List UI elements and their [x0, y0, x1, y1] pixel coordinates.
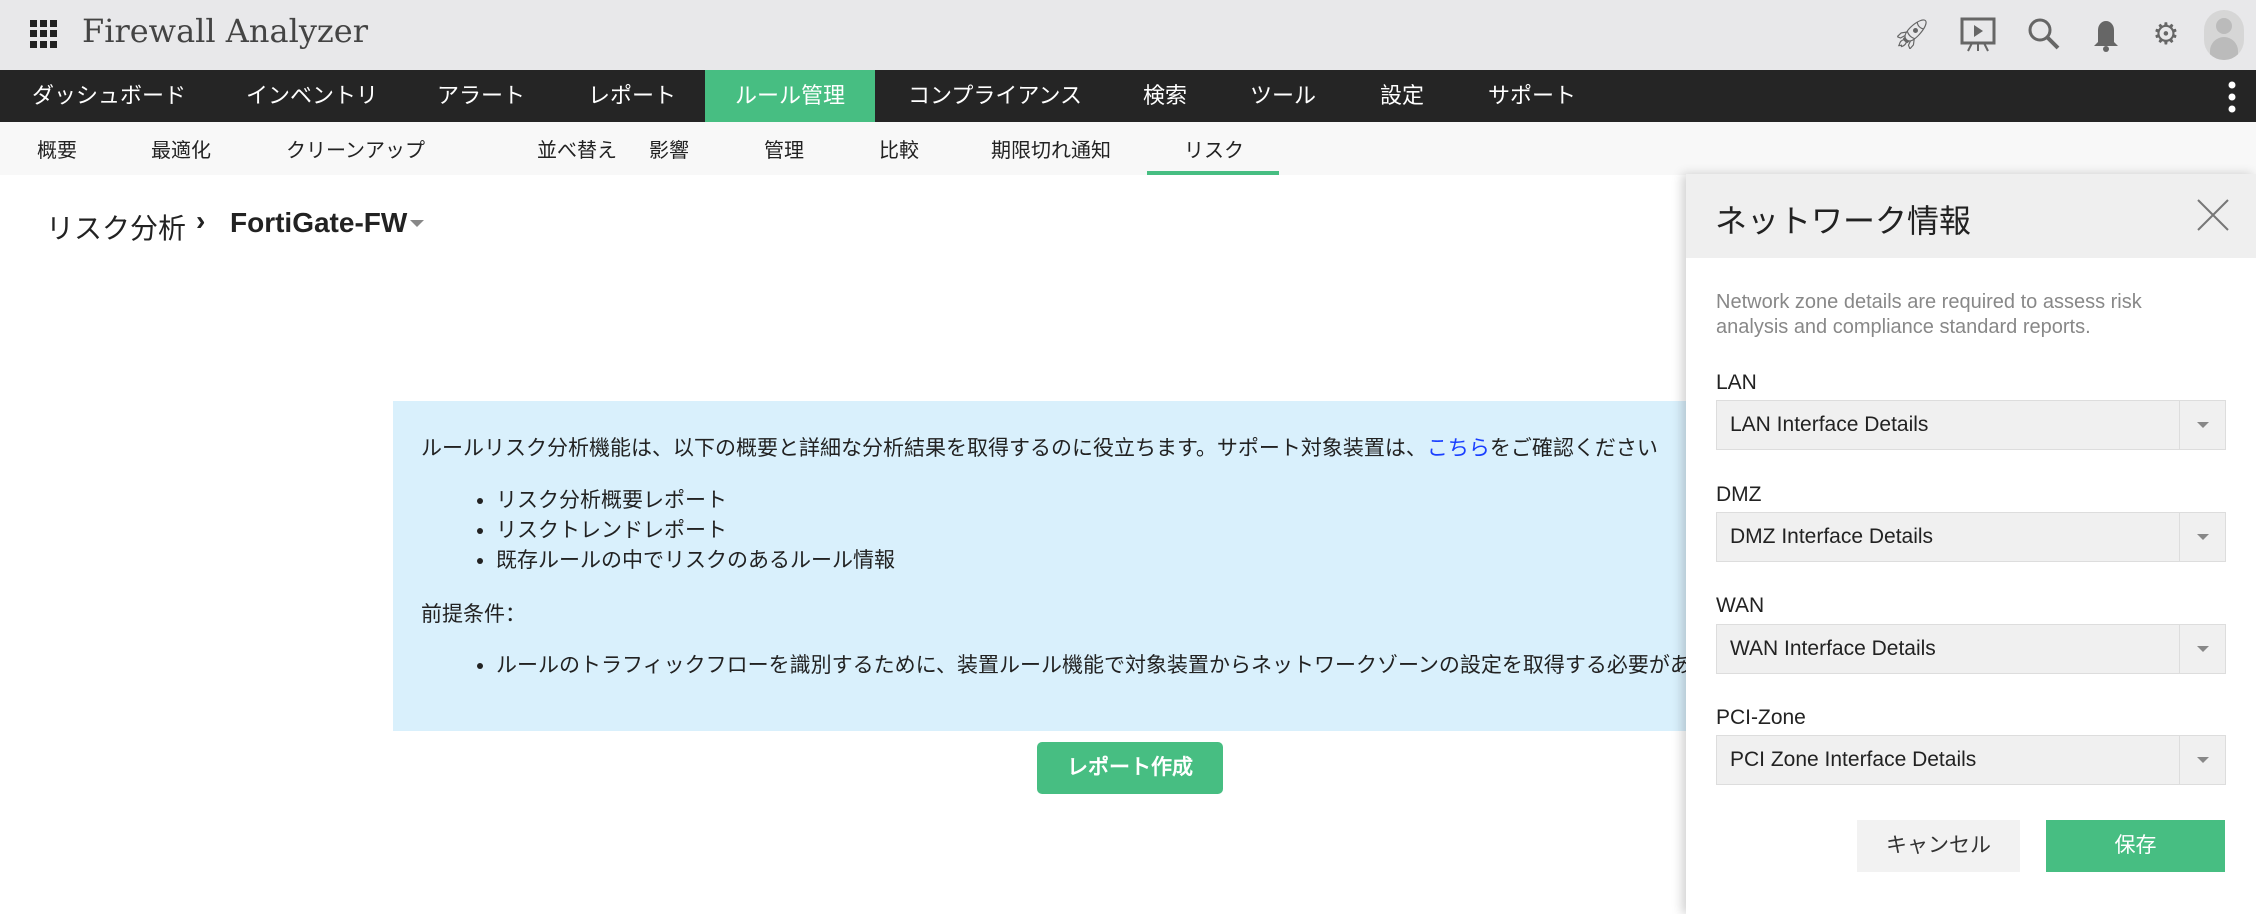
presentation-icon[interactable] — [1958, 14, 1998, 54]
panel-header: ネットワーク情報 — [1686, 174, 2256, 258]
nav-tools[interactable]: ツール — [1250, 70, 1316, 122]
device-selector[interactable]: FortiGate-FW — [230, 207, 407, 239]
chevron-down-icon[interactable] — [2179, 401, 2225, 449]
tab-cleanup[interactable]: クリーンアップ — [286, 134, 425, 163]
nav-compliance[interactable]: コンプライアンス — [908, 70, 1082, 122]
nav-support[interactable]: サポート — [1488, 70, 1576, 122]
support-link[interactable]: こちら — [1427, 437, 1490, 460]
app-grid-icon[interactable] — [30, 20, 58, 48]
network-info-panel: ネットワーク情報 Network zone details are requir… — [1686, 174, 2256, 914]
chevron-down-icon[interactable] — [2179, 513, 2225, 561]
app-title: Firewall Analyzer — [82, 12, 368, 50]
tab-overview[interactable]: 概要 — [37, 134, 77, 163]
list-item: リスク分析概要レポート — [496, 486, 895, 516]
pci-zone-select[interactable]: PCI Zone Interface Details — [1716, 735, 2226, 785]
nav-alerts[interactable]: アラート — [437, 70, 525, 122]
panel-title: ネットワーク情報 — [1715, 203, 1972, 239]
create-report-button[interactable]: レポート作成 — [1037, 742, 1223, 794]
wan-label: WAN — [1716, 594, 1765, 617]
nav-inventory[interactable]: インベントリ — [246, 70, 378, 122]
pci-zone-label: PCI-Zone — [1716, 706, 1806, 729]
tab-compare[interactable]: 比較 — [879, 134, 919, 163]
dmz-select[interactable]: DMZ Interface Details — [1716, 512, 2226, 562]
prereq-list: ルールのトラフィックフローを識別するために、装置ルール機能で対象装置からネットワ… — [496, 651, 1754, 681]
breadcrumb-root[interactable]: リスク分析 — [46, 207, 186, 247]
list-item: 既存ルールの中でリスクのあるルール情報 — [496, 546, 895, 576]
tab-expiry-notification[interactable]: 期限切れ通知 — [991, 134, 1111, 163]
chevron-down-icon[interactable] — [2179, 625, 2225, 673]
tab-management[interactable]: 管理 — [764, 134, 804, 163]
list-item: ルールのトラフィックフローを識別するために、装置ルール機能で対象装置からネットワ… — [496, 651, 1754, 681]
active-tab-indicator — [1147, 171, 1279, 175]
panel-description: Network zone details are required to ass… — [1716, 291, 2142, 338]
more-vertical-icon[interactable] — [2228, 80, 2236, 114]
bell-icon[interactable] — [2086, 14, 2126, 54]
nav-dashboard[interactable]: ダッシュボード — [32, 70, 186, 122]
breadcrumb-separator: › — [196, 205, 206, 236]
lan-label: LAN — [1716, 371, 1757, 394]
sub-nav: 概要 最適化 クリーンアップ 並べ替え 影響 管理 比較 期限切れ通知 リスク — [0, 122, 2256, 175]
wan-select[interactable]: WAN Interface Details — [1716, 624, 2226, 674]
nav-settings[interactable]: 設定 — [1380, 70, 1424, 122]
tab-reorder[interactable]: 並べ替え — [537, 134, 617, 163]
tab-impact[interactable]: 影響 — [649, 134, 689, 163]
search-icon[interactable] — [2024, 14, 2064, 54]
tab-optimize[interactable]: 最適化 — [151, 134, 211, 163]
save-button[interactable]: 保存 — [2046, 820, 2225, 872]
list-item: リスクトレンドレポート — [496, 516, 895, 546]
prereq-title: 前提条件： — [421, 603, 526, 626]
cancel-button[interactable]: キャンセル — [1857, 820, 2020, 872]
top-header: Firewall Analyzer 🚀︎ ⚙ — [0, 0, 2256, 70]
rocket-icon[interactable]: 🚀︎ — [1892, 14, 1932, 54]
dmz-label: DMZ — [1716, 483, 1762, 506]
info-intro: ルールリスク分析機能は、以下の概要と詳細な分析結果を取得するのに役立ちます。サポ… — [421, 437, 1658, 460]
chevron-down-icon[interactable] — [2179, 736, 2225, 784]
tab-risk[interactable]: リスク — [1184, 134, 1244, 163]
feature-list: リスク分析概要レポート リスクトレンドレポート 既存ルールの中でリスクのあるルー… — [496, 486, 895, 576]
lan-select[interactable]: LAN Interface Details — [1716, 400, 2226, 450]
avatar-icon[interactable] — [2204, 10, 2244, 60]
main-nav: ダッシュボード インベントリ アラート レポート ルール管理 コンプライアンス … — [0, 70, 2256, 122]
gear-icon[interactable]: ⚙ — [2146, 14, 2186, 54]
info-box: ルールリスク分析機能は、以下の概要と詳細な分析結果を取得するのに役立ちます。サポ… — [393, 401, 1793, 731]
close-icon[interactable] — [2196, 198, 2230, 237]
nav-reports[interactable]: レポート — [588, 70, 676, 122]
nav-search[interactable]: 検索 — [1143, 70, 1187, 122]
nav-rule-management[interactable]: ルール管理 — [705, 70, 875, 122]
chevron-down-icon[interactable] — [410, 220, 424, 227]
